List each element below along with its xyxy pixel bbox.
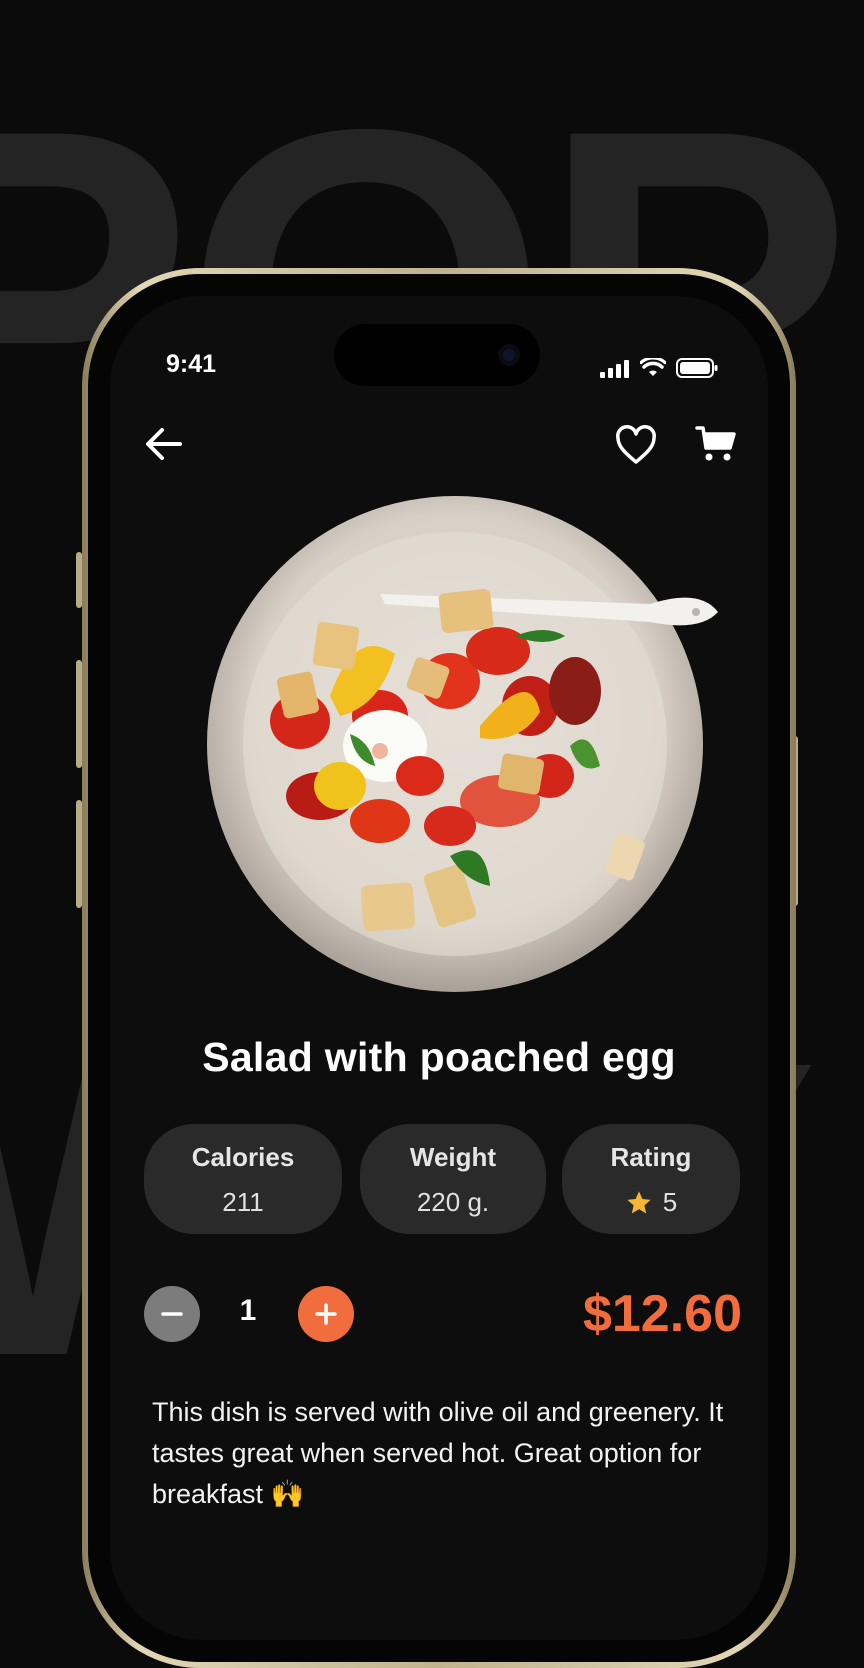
heart-icon — [616, 425, 656, 464]
signal-icon — [600, 360, 629, 378]
minus-icon — [161, 1312, 183, 1316]
wifi-icon — [640, 358, 666, 376]
battery-icon — [676, 358, 718, 378]
stat-value: 211 — [144, 1187, 342, 1218]
app-screen: 9:41 Salad with poached egg Calories 211… — [110, 296, 768, 1640]
product-title: Salad with poached egg — [202, 1034, 676, 1080]
star-icon — [627, 1190, 651, 1213]
phone-bezel: 9:41 Salad with poached egg Calories 211… — [88, 274, 790, 1662]
plus-icon — [315, 1303, 337, 1325]
stat-label: Rating — [610, 1142, 692, 1172]
status-time: 9:41 — [166, 350, 217, 378]
increase-quantity-button[interactable] — [298, 1286, 354, 1342]
stat-calories: Calories 211 — [144, 1124, 342, 1234]
stat-value-text: 5 — [662, 1187, 678, 1217]
cart-button[interactable] — [694, 422, 738, 466]
product-description: This dish is served with olive oil and g… — [152, 1397, 724, 1509]
decrease-quantity-button[interactable] — [144, 1286, 200, 1342]
camera-icon — [498, 344, 520, 366]
cart-icon — [695, 426, 736, 461]
stat-value-text: 220 g. — [416, 1187, 490, 1217]
product-price: $12.60 — [582, 1285, 742, 1343]
dynamic-island — [334, 324, 540, 386]
stat-label: Calories — [191, 1142, 295, 1172]
stat-value: 5 — [562, 1187, 740, 1218]
back-button[interactable] — [140, 420, 188, 468]
stat-label: Weight — [409, 1142, 497, 1172]
dish-image — [180, 476, 740, 996]
phone-frame: 9:41 Salad with poached egg Calories 211… — [82, 268, 796, 1668]
status-icons — [600, 358, 718, 378]
favorite-button[interactable] — [614, 424, 658, 468]
arrow-left-icon — [146, 428, 182, 460]
stat-weight: Weight 220 g. — [360, 1124, 546, 1234]
stat-rating: Rating 5 — [562, 1124, 740, 1234]
quantity-value: 1 — [239, 1294, 257, 1327]
stat-value: 220 g. — [360, 1187, 546, 1218]
stat-value-text: 211 — [222, 1187, 264, 1217]
